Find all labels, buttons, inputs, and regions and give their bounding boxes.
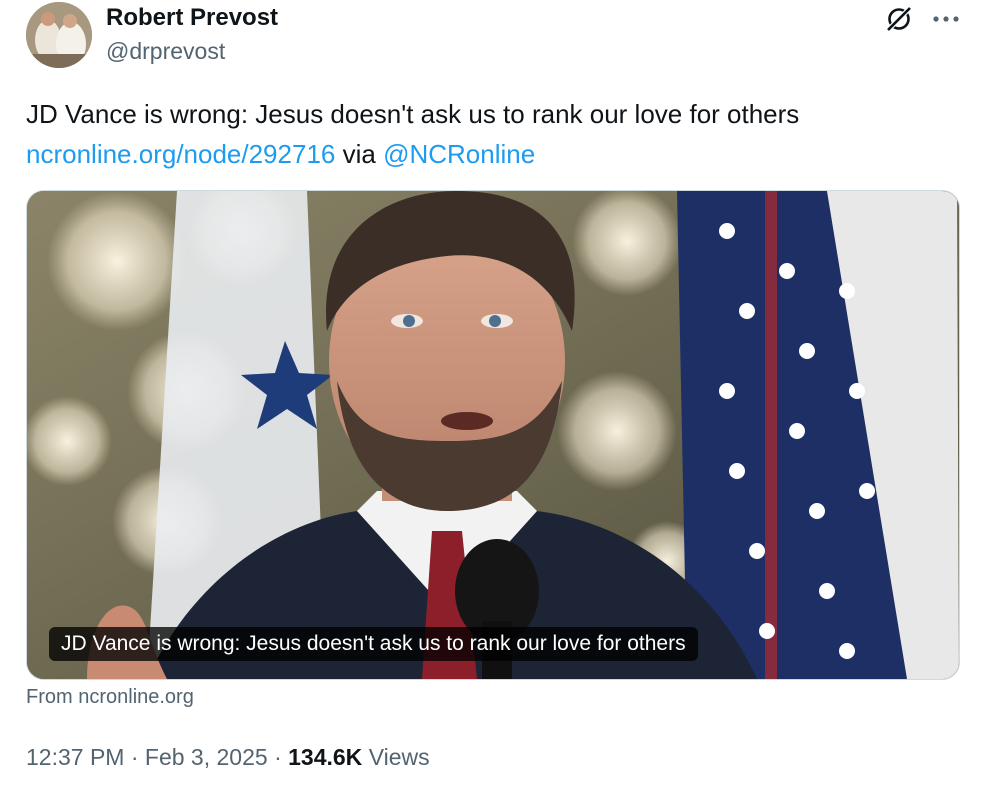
tweet-date[interactable]: Feb 3, 2025 bbox=[145, 744, 268, 770]
tweet-text: JD Vance is wrong: Jesus doesn't ask us … bbox=[26, 94, 976, 174]
article-link[interactable]: ncronline.org/node/292716 bbox=[26, 139, 335, 169]
grok-icon[interactable] bbox=[884, 4, 914, 34]
avatar-image bbox=[26, 2, 92, 68]
tweet-meta: 12:37 PM · Feb 3, 2025 · 134.6K Views bbox=[26, 744, 430, 771]
article-image bbox=[27, 191, 959, 679]
tweet-time[interactable]: 12:37 PM bbox=[26, 744, 124, 770]
tweet: Robert Prevost @drprevost JD Vance is wr… bbox=[0, 0, 1000, 790]
author-handle[interactable]: @drprevost bbox=[106, 38, 225, 65]
meta-separator: · bbox=[130, 744, 139, 770]
avatar[interactable] bbox=[26, 2, 92, 68]
tweet-body: JD Vance is wrong: Jesus doesn't ask us … bbox=[26, 99, 800, 129]
views-label: Views bbox=[368, 744, 430, 770]
card-caption: JD Vance is wrong: Jesus doesn't ask us … bbox=[49, 627, 698, 661]
views-count: 134.6K bbox=[288, 744, 363, 770]
meta-separator: · bbox=[274, 744, 282, 770]
via-text: via bbox=[342, 139, 376, 169]
author-name[interactable]: Robert Prevost bbox=[106, 4, 278, 32]
link-card[interactable]: JD Vance is wrong: Jesus doesn't ask us … bbox=[26, 190, 960, 680]
more-options-icon[interactable] bbox=[930, 4, 962, 34]
card-source[interactable]: From ncronline.org bbox=[26, 686, 194, 709]
tweet-link-line: ncronline.org/node/292716 via @NCRonline bbox=[26, 134, 976, 174]
mention-link[interactable]: @NCRonline bbox=[383, 139, 535, 169]
